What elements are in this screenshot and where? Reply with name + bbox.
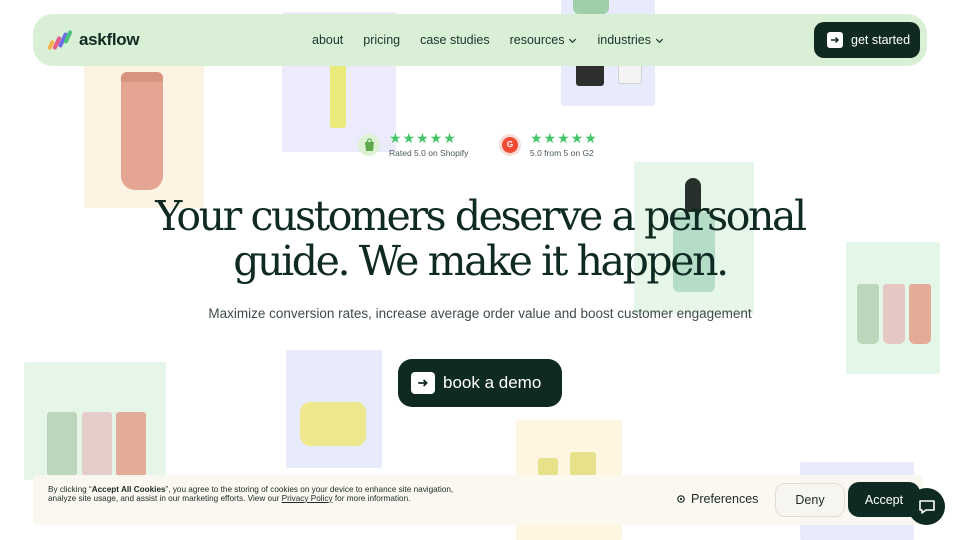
product-tube-cap [121,72,163,82]
nav-item-industries[interactable]: industries [597,33,664,47]
nav-item-pricing[interactable]: pricing [363,33,400,47]
gear-icon [677,495,685,503]
get-started-button[interactable]: get started [814,22,920,58]
book-demo-label: book a demo [443,373,542,392]
nav-item-label: resources [509,33,565,47]
rating-stars: ★★★★★ [389,130,457,146]
nav-item-case-studies[interactable]: case studies [420,33,489,47]
product-tube-peach-left [116,412,146,476]
privacy-policy-link[interactable]: Privacy Policy [282,494,333,503]
arrow-right-icon [411,372,435,394]
brand-logo[interactable]: askflow [47,27,140,53]
hero-headline: Your customers deserve a personal guide.… [0,194,960,284]
hero-headline-line-2: guide. We make it happen. [233,237,729,285]
rating-text: Rated 5.0 on Shopify [389,148,469,158]
product-tube-pink [121,72,163,190]
rating-g2: G ★★★★★ 5.0 from 5 on G2 [499,131,598,158]
rating-text: 5.0 from 5 on G2 [530,148,594,158]
nav-item-about[interactable]: about [312,33,343,47]
deny-label: Deny [795,493,825,507]
nav-item-label: industries [597,33,651,47]
nav-item-label: case studies [420,33,490,47]
chat-launcher-button[interactable] [908,488,945,525]
brand-name: askflow [79,30,140,49]
chat-bubble-icon [918,499,935,514]
hero-subline: Maximize conversion rates, increase aver… [208,306,752,321]
shopify-icon [358,133,380,156]
chevron-down-icon [655,38,664,43]
chevron-down-icon [569,38,577,43]
cookie-banner: By clicking “Accept All Cookies”, you ag… [33,475,923,525]
g2-icon: G [499,133,521,156]
accept-label: Accept [864,492,904,507]
product-tube-pink-left [82,412,112,476]
product-yellow-jar [300,402,366,446]
arrow-right-icon [827,32,843,48]
hero-headline-line-1: Your customers deserve a personal [155,192,807,240]
book-demo-button[interactable]: book a demo [398,359,562,407]
rating-stars: ★★★★★ [530,130,598,146]
deny-button[interactable]: Deny [775,483,845,517]
askflow-logo-icon [47,30,73,50]
product-yellow-cap-b [570,452,596,476]
product-tube-green-left [47,412,77,476]
nav-item-label: pricing [363,33,401,47]
cookie-text-suffix: for more information. [332,493,411,503]
preferences-button[interactable]: Preferences [676,492,758,506]
rating-shopify: ★★★★★ Rated 5.0 on Shopify [358,131,468,158]
cookie-text: By clicking “Accept All Cookies”, you ag… [48,485,478,503]
nav-item-label: about [312,33,344,47]
nav-menu: about pricing case studies resources ind… [312,14,664,66]
product-green-bottle [573,0,609,14]
nav-item-resources[interactable]: resources [510,33,578,47]
preferences-label: Preferences [691,492,759,506]
product-yellow-cap-a [538,458,558,476]
product-yellow-tube [330,58,346,128]
top-nav: askflow about pricing case studies resou… [33,14,927,66]
get-started-label: get started [851,33,911,47]
